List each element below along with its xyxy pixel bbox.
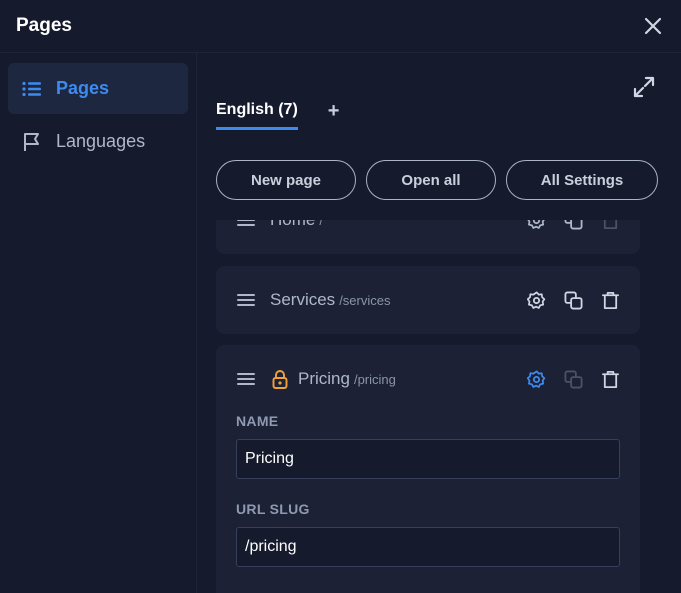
url-slug-input[interactable]: /pricing <box>236 527 620 567</box>
sidebar-item-label: Pages <box>56 78 110 98</box>
page-card-services[interactable]: Services /services <box>216 266 640 334</box>
duplicate-icon <box>564 370 583 388</box>
page-name: Pricing <box>298 369 350 388</box>
page-card-pricing[interactable]: Pricing /pricing NAME Pricing URL SLUG /… <box>216 345 640 593</box>
close-icon <box>644 17 662 35</box>
all-settings-button[interactable]: All Settings <box>506 160 658 200</box>
page-card-home[interactable]: Home / <box>216 220 640 254</box>
page-slug: /pricing <box>353 371 396 387</box>
settings-icon[interactable] <box>527 220 546 230</box>
main-panel: English (7) + New page Open all All Sett… <box>197 53 681 593</box>
close-button[interactable] <box>641 14 665 38</box>
open-all-button[interactable]: Open all <box>366 160 496 200</box>
drag-handle-icon[interactable] <box>236 290 256 310</box>
page-slug: / <box>319 220 323 228</box>
name-input[interactable]: Pricing <box>236 439 620 479</box>
duplicate-icon[interactable] <box>564 220 583 230</box>
delete-icon[interactable] <box>601 291 620 310</box>
duplicate-icon[interactable] <box>564 291 583 310</box>
url-slug-field-label: URL SLUG <box>236 501 310 517</box>
flag-icon <box>24 132 39 151</box>
tab-english[interactable]: English (7) <box>216 101 298 130</box>
top-bar: Pages <box>0 0 681 53</box>
drag-handle-icon[interactable] <box>236 220 256 230</box>
sidebar: Pages Languages <box>0 53 197 593</box>
new-page-button[interactable]: New page <box>216 160 356 200</box>
sidebar-item-languages[interactable]: Languages <box>8 116 188 167</box>
name-field-label: NAME <box>236 413 279 429</box>
settings-icon[interactable] <box>527 290 546 310</box>
expand-button[interactable] <box>632 75 656 99</box>
sidebar-item-label: Languages <box>56 131 146 151</box>
list-icon <box>22 81 41 96</box>
expand-icon <box>633 76 655 98</box>
settings-icon[interactable] <box>527 369 546 389</box>
drag-handle-icon[interactable] <box>236 369 256 389</box>
sidebar-item-pages[interactable]: Pages <box>8 63 188 114</box>
page-slug: /services <box>339 292 391 308</box>
page-actions-row: New page Open all All Settings <box>216 160 658 200</box>
page-name: Services <box>270 290 336 309</box>
page-name: Home <box>270 220 315 230</box>
delete-icon[interactable] <box>601 220 620 230</box>
language-tabs: English (7) + <box>216 100 340 130</box>
panel-title: Pages <box>16 15 72 36</box>
delete-icon[interactable] <box>601 370 620 389</box>
lock-icon <box>272 370 288 389</box>
add-language-button[interactable]: + <box>328 100 340 123</box>
page-list[interactable]: Home / <box>216 220 640 593</box>
